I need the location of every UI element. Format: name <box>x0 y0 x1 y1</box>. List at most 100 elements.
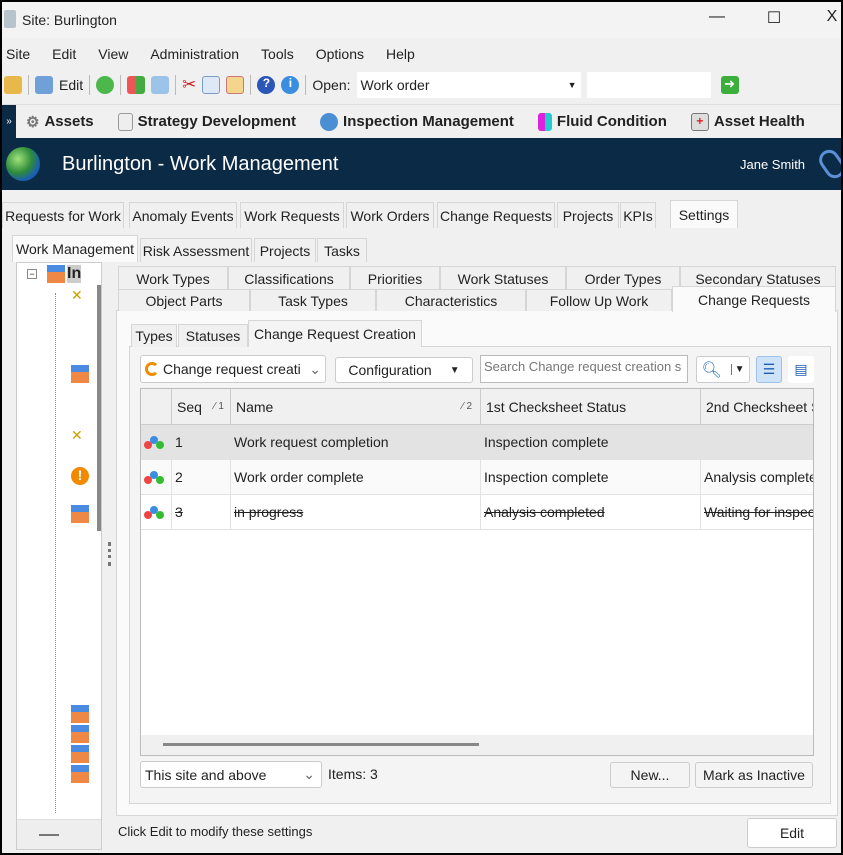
cell-seq[interactable]: 3 <box>172 495 231 530</box>
cell-name[interactable]: in progress <box>231 495 481 530</box>
cell-first[interactable]: Inspection complete <box>481 425 701 460</box>
refresh-icon[interactable] <box>96 76 115 94</box>
tab-projects[interactable]: Projects <box>557 202 619 228</box>
user-name[interactable]: Jane Smith <box>740 157 805 172</box>
eraser-icon[interactable] <box>151 76 170 94</box>
organization-icon[interactable] <box>71 505 89 523</box>
tab-config-change-requests[interactable]: Change Requests <box>672 286 836 312</box>
tab-tasks[interactable]: Tasks <box>317 238 367 262</box>
tab-kpis[interactable]: KPIs <box>620 202 656 228</box>
menu-administration[interactable]: Administration <box>148 46 251 62</box>
tab-object-parts[interactable]: Object Parts <box>118 289 250 311</box>
cell-seq[interactable]: 1 <box>172 425 231 460</box>
expand-chevron-icon[interactable]: » <box>2 104 16 139</box>
dropdown-arrow-icon[interactable]: ▼ <box>730 364 745 375</box>
open-type-select[interactable]: Work order ▼ <box>356 72 581 98</box>
edit-icon[interactable] <box>35 76 53 94</box>
tab-classifications[interactable]: Classifications <box>228 266 350 290</box>
tab-settings[interactable]: Settings <box>670 200 738 228</box>
windows-icon[interactable] <box>127 76 146 94</box>
view-select[interactable]: Change request creati ⌄ <box>140 355 326 383</box>
menu-help[interactable]: Help <box>384 46 427 62</box>
paste-icon[interactable] <box>226 76 245 94</box>
tab-anomaly-events[interactable]: Anomaly Events <box>129 202 237 228</box>
splitter-handle[interactable] <box>108 542 111 566</box>
tab-characteristics[interactable]: Characteristics <box>376 289 526 311</box>
mark-inactive-button[interactable]: Mark as Inactive <box>695 762 813 788</box>
tab-follow-up-work[interactable]: Follow Up Work <box>526 289 672 311</box>
minus-icon[interactable] <box>39 834 59 836</box>
copy-icon[interactable] <box>202 76 221 94</box>
tab-change-requests[interactable]: Change Requests <box>437 202 555 228</box>
tab-risk-assessment[interactable]: Risk Assessment <box>140 238 252 262</box>
menu-view[interactable]: View <box>96 46 140 62</box>
status-balls-icon[interactable] <box>141 425 172 460</box>
organization-icon[interactable] <box>71 725 89 743</box>
scope-select[interactable]: This site and above ⌄ <box>140 761 322 788</box>
organization-icon[interactable] <box>71 365 89 383</box>
collapse-icon[interactable]: − <box>27 269 37 279</box>
search-button[interactable]: 🔍︎ ▼ <box>696 356 750 383</box>
search-input[interactable]: Search Change request creation s <box>480 355 688 383</box>
tab-change-request-creation[interactable]: Change Request Creation <box>248 320 422 347</box>
module-fluid-condition[interactable]: Fluid Condition <box>537 112 667 131</box>
organization-icon[interactable] <box>71 765 89 783</box>
tab-work-statuses[interactable]: Work Statuses <box>440 266 566 290</box>
tree-scrollbar[interactable] <box>97 285 101 531</box>
detail-view-button[interactable]: ▤ <box>788 356 814 383</box>
cell-first[interactable]: Analysis completed <box>481 495 701 530</box>
tools-icon[interactable]: ✕ <box>71 427 89 445</box>
new-button[interactable]: New... <box>610 762 690 788</box>
horizontal-scrollbar[interactable] <box>141 735 813 755</box>
tab-order-types[interactable]: Order Types <box>566 266 680 290</box>
column-header-2nd-checksheet[interactable]: 2nd Checksheet S <box>701 389 813 425</box>
maximize-button[interactable]: ☐ <box>759 8 789 28</box>
edit-button[interactable]: Edit <box>59 77 83 93</box>
cell-name[interactable]: Work order complete <box>231 460 481 495</box>
module-inspection-management[interactable]: Inspection Management <box>320 112 514 131</box>
menu-options[interactable]: Options <box>314 46 376 62</box>
menu-edit[interactable]: Edit <box>50 46 88 62</box>
cell-second[interactable]: Analysis completed <box>701 460 813 495</box>
organization-icon[interactable] <box>71 705 89 723</box>
tab-work-types[interactable]: Work Types <box>118 266 228 290</box>
list-view-button[interactable]: ☰ <box>756 356 782 383</box>
menu-tools[interactable]: Tools <box>259 46 306 62</box>
tab-requests-for-work[interactable]: Requests for Work <box>2 202 124 228</box>
go-arrow-icon[interactable]: ➜ <box>720 76 739 94</box>
column-header-seq[interactable]: Seq ⁄ 1 <box>172 389 231 425</box>
cell-second[interactable] <box>701 425 813 460</box>
minimize-button[interactable]: — <box>702 8 732 26</box>
tab-work-management[interactable]: Work Management <box>12 235 138 262</box>
module-strategy-development[interactable]: Strategy Development <box>117 112 296 131</box>
tab-work-orders[interactable]: Work Orders <box>346 202 434 228</box>
close-button[interactable]: X <box>817 8 841 26</box>
warning-icon[interactable]: ! <box>71 467 89 485</box>
help-icon[interactable]: ? <box>257 76 276 94</box>
module-asset-health[interactable]: + Asset Health <box>690 112 805 131</box>
configuration-dropdown[interactable]: Configuration ▼ <box>335 357 473 383</box>
organization-icon[interactable] <box>71 745 89 763</box>
open-id-input[interactable] <box>586 72 711 98</box>
info-icon[interactable]: i <box>281 76 300 94</box>
column-header-name[interactable]: Name ⁄ 2 <box>231 389 481 425</box>
cell-first[interactable]: Inspection complete <box>481 460 701 495</box>
status-balls-icon[interactable] <box>141 460 172 495</box>
open-folder-icon[interactable] <box>4 76 22 94</box>
status-balls-icon[interactable] <box>141 495 172 530</box>
tab-work-requests[interactable]: Work Requests <box>240 202 344 228</box>
tools-icon[interactable]: ✕ <box>71 287 89 305</box>
cut-icon[interactable]: ✂ <box>182 75 196 95</box>
tab-settings-projects[interactable]: Projects <box>254 238 316 262</box>
cell-seq[interactable]: 2 <box>172 460 231 495</box>
tab-types[interactable]: Types <box>131 324 177 347</box>
edit-settings-button[interactable]: Edit <box>747 818 837 848</box>
menu-site[interactable]: Site <box>4 46 42 62</box>
cell-second[interactable]: Waiting for inspect <box>701 495 813 530</box>
tab-priorities[interactable]: Priorities <box>350 266 440 290</box>
tab-task-types[interactable]: Task Types <box>250 289 376 311</box>
module-assets[interactable]: ⚙ Assets <box>26 113 94 131</box>
tab-statuses[interactable]: Statuses <box>178 324 248 347</box>
scrollbar-thumb[interactable] <box>163 743 479 746</box>
tree-root-label[interactable]: In <box>67 265 82 283</box>
